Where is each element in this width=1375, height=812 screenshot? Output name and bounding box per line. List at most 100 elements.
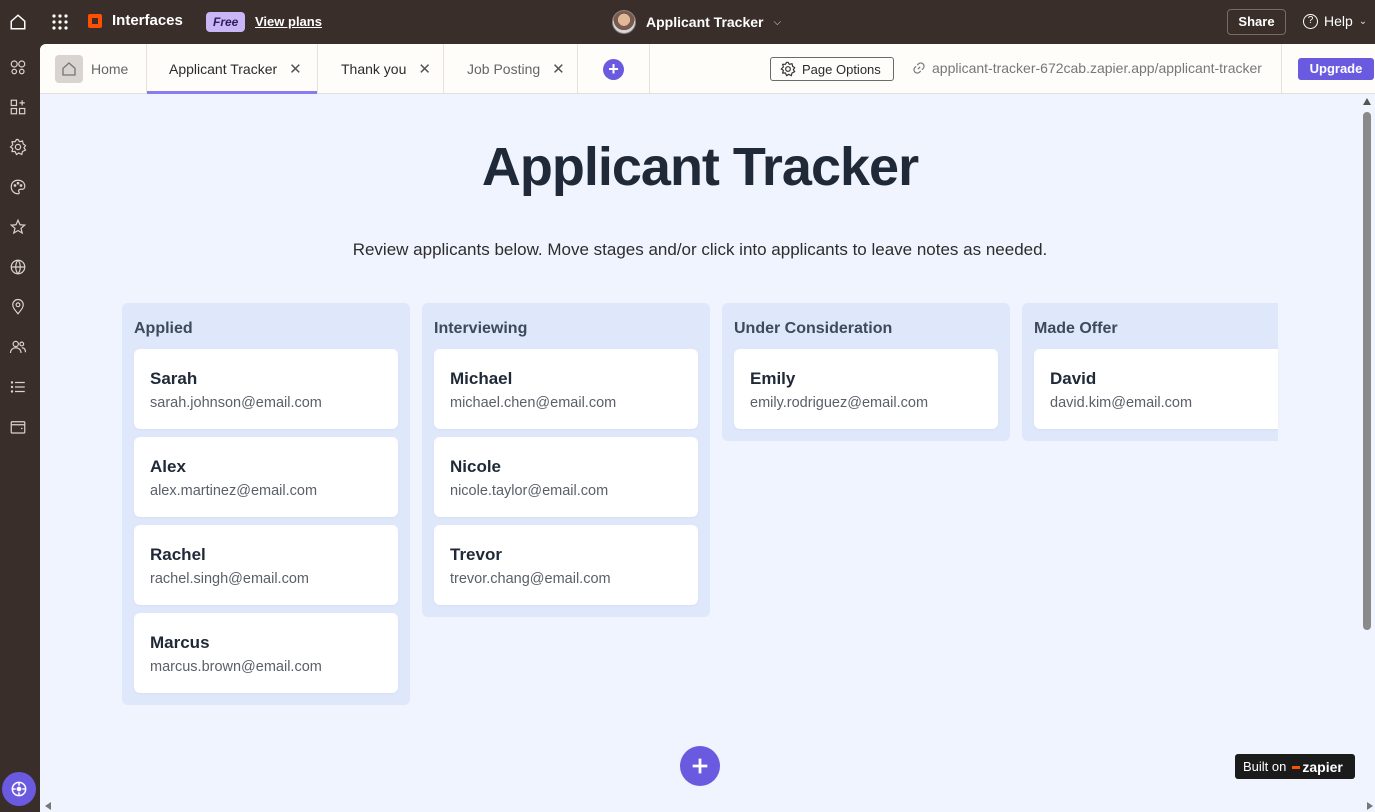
tab-applicant-tracker[interactable]: Applicant Tracker ✕ — [147, 44, 318, 94]
applicant-email: rachel.singh@email.com — [150, 571, 309, 587]
apps-grid-icon[interactable] — [50, 12, 70, 32]
top-bar: Interfaces Free View plans Applicant Tra… — [0, 0, 1375, 44]
scroll-up-arrow-icon[interactable] — [1363, 98, 1371, 105]
applicant-name: Marcus — [150, 633, 210, 652]
applicant-card[interactable]: Emily emily.rodriguez@email.com — [734, 349, 998, 429]
home-icon — [55, 55, 83, 83]
applicant-name: Alex — [150, 457, 186, 476]
close-icon[interactable]: ✕ — [418, 60, 431, 78]
applicant-name: Michael — [450, 369, 513, 388]
chevron-down-icon: ⌄ — [1358, 15, 1368, 27]
left-sidebar — [0, 44, 40, 812]
page-subtitle: Review applicants below. Move stages and… — [352, 240, 1048, 259]
tab-job-posting[interactable]: Job Posting ✕ — [444, 44, 578, 94]
tab-label: Home — [91, 61, 129, 77]
add-block-icon[interactable] — [8, 97, 28, 117]
applicant-email: nicole.taylor@email.com — [450, 483, 609, 499]
applicant-card[interactable]: Alex alex.martinez@email.com — [134, 437, 398, 517]
kanban-column-made-offer: Made Offer David david.kim@email.com — [1022, 303, 1278, 441]
close-icon[interactable]: ✕ — [289, 60, 302, 78]
applicant-card[interactable]: Marcus marcus.brown@email.com — [134, 613, 398, 693]
plus-icon — [692, 758, 708, 774]
applicant-name: Sarah — [150, 369, 198, 388]
view-plans-link[interactable]: View plans — [255, 14, 322, 29]
page-title: Applicant Tracker — [481, 137, 919, 197]
applicant-email: alex.martinez@email.com — [150, 483, 318, 499]
app-switcher[interactable]: Applicant Tracker ⌵ — [612, 10, 781, 34]
applicant-card[interactable]: Trevor trevor.chang@email.com — [434, 525, 698, 605]
applicant-card[interactable]: David david.kim@email.com — [1034, 349, 1278, 429]
app-name: Applicant Tracker — [646, 14, 764, 30]
help-button[interactable]: ? Help ⌄ — [1303, 13, 1367, 29]
zapier-logo: zapier — [1292, 759, 1342, 775]
users-icon[interactable] — [8, 337, 28, 357]
scroll-left-arrow-icon[interactable] — [45, 802, 51, 810]
applicant-email: david.kim@email.com — [1050, 395, 1193, 411]
built-on-zapier-badge[interactable]: Built on zapier — [1235, 754, 1355, 779]
share-button[interactable]: Share — [1227, 9, 1286, 35]
vertical-scrollbar[interactable] — [1360, 94, 1375, 812]
add-page-button[interactable]: + — [578, 44, 650, 94]
applicant-email: emily.rodriguez@email.com — [750, 395, 929, 411]
help-icon: ? — [1303, 13, 1318, 29]
page-tab-bar: Home Applicant Tracker ✕ Thank you ✕ Job… — [40, 44, 1375, 94]
horizontal-scrollbar[interactable] — [40, 800, 1373, 812]
home-icon[interactable] — [6, 10, 30, 34]
kanban-column-interviewing: Interviewing Michael michael.chen@email.… — [422, 303, 710, 617]
brand-name: Interfaces — [112, 12, 183, 29]
brand[interactable]: Interfaces — [88, 12, 183, 29]
components-icon[interactable] — [8, 57, 28, 77]
location-pin-icon[interactable] — [8, 297, 28, 317]
settings-icon[interactable] — [8, 137, 28, 157]
kanban-column-under-consideration: Under Consideration Emily emily.rodrigue… — [722, 303, 1010, 441]
copilot-icon[interactable] — [2, 772, 36, 806]
upgrade-button[interactable]: Upgrade — [1298, 58, 1374, 80]
applicant-email: sarah.johnson@email.com — [150, 395, 322, 411]
close-icon[interactable]: ✕ — [552, 60, 565, 78]
tab-label: Job Posting — [467, 61, 541, 77]
link-icon — [913, 62, 925, 74]
column-title: Interviewing — [434, 320, 528, 337]
globe-icon[interactable] — [8, 257, 28, 277]
applicant-name: Trevor — [450, 545, 502, 564]
gear-icon — [780, 61, 796, 77]
help-label: Help — [1324, 13, 1353, 29]
page-options-label: Page Options — [802, 61, 881, 77]
column-title: Applied — [134, 320, 193, 337]
avatar — [612, 10, 636, 34]
tab-label: Applicant Tracker — [169, 61, 278, 77]
applicant-name: Rachel — [150, 545, 206, 564]
plan-badge: Free — [206, 12, 246, 32]
applicant-card[interactable]: Nicole nicole.taylor@email.com — [434, 437, 698, 517]
page-options-button[interactable]: Page Options — [770, 57, 894, 81]
list-icon[interactable] — [8, 377, 28, 397]
applicant-email: trevor.chang@email.com — [450, 571, 611, 587]
tab-thank-you[interactable]: Thank you ✕ — [318, 44, 444, 94]
page-url: applicant-tracker-672cab.zapier.app/appl… — [932, 60, 1262, 76]
applicant-email: michael.chen@email.com — [450, 395, 617, 411]
applicant-email: marcus.brown@email.com — [150, 659, 322, 675]
column-title: Under Consideration — [734, 320, 893, 337]
applicant-name: Nicole — [450, 457, 502, 476]
column-title: Made Offer — [1034, 320, 1118, 337]
page-url-link[interactable]: applicant-tracker-672cab.zapier.app/appl… — [912, 60, 1262, 76]
main-panel: Home Applicant Tracker ✕ Thank you ✕ Job… — [40, 44, 1375, 812]
kanban-column-applied: Applied Sarah sarah.johnson@email.com Al… — [122, 303, 410, 705]
scroll-right-arrow-icon[interactable] — [1367, 802, 1373, 810]
applicant-name: Emily — [750, 369, 796, 388]
palette-icon[interactable] — [8, 177, 28, 197]
plus-icon: + — [603, 58, 624, 80]
divider — [1281, 44, 1282, 94]
applicant-name: David — [1050, 369, 1097, 388]
built-on-label: Built on — [1243, 759, 1287, 774]
tab-home[interactable]: Home — [40, 44, 147, 94]
wallet-icon[interactable] — [8, 417, 28, 437]
applicant-card[interactable]: Michael michael.chen@email.com — [434, 349, 698, 429]
chevron-down-icon: ⌵ — [773, 16, 782, 28]
applicant-card[interactable]: Sarah sarah.johnson@email.com — [134, 349, 398, 429]
tab-label: Thank you — [341, 61, 407, 77]
star-icon[interactable] — [8, 217, 28, 237]
applicant-card[interactable]: Rachel rachel.singh@email.com — [134, 525, 398, 605]
add-block-button[interactable] — [680, 746, 720, 786]
scrollbar-thumb[interactable] — [1363, 112, 1371, 630]
